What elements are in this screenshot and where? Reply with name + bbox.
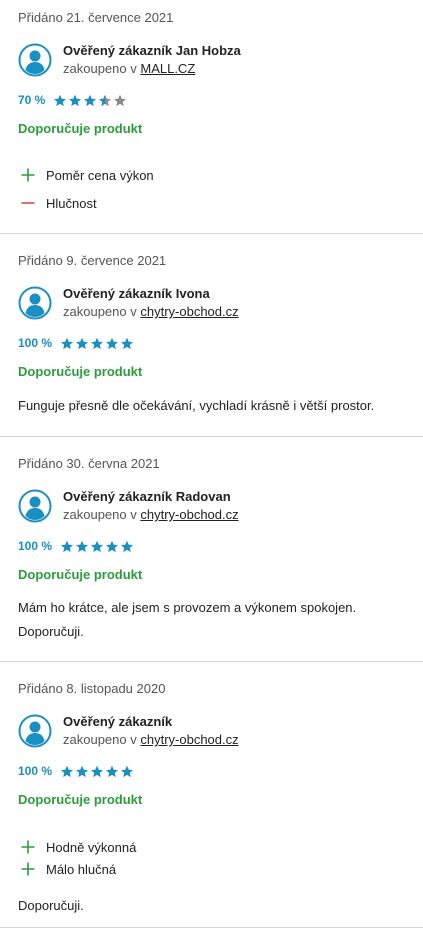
user-avatar-icon xyxy=(18,489,52,523)
star-icon xyxy=(76,337,89,349)
star-rating xyxy=(60,337,135,350)
pro-text: Poměr cena výkon xyxy=(46,167,154,183)
author-name: Ověřený zákazník Ivona xyxy=(63,286,210,301)
star-icon xyxy=(121,540,134,552)
recommend-label: Doporučuje produkt xyxy=(18,364,143,379)
rating-row: 100 % xyxy=(18,336,135,350)
review-author-row: Ověřený zákazník Radovan zakoupeno v chy… xyxy=(18,488,239,524)
shop-link[interactable]: chytry-obchod.cz xyxy=(140,304,238,319)
star-icon xyxy=(61,337,74,349)
recommend-label: Doporučuje produkt xyxy=(18,121,143,136)
author-name: Ověřený zákazník Jan Hobza xyxy=(63,43,241,58)
con-text: Hlučnost xyxy=(46,195,97,211)
purchased-at: zakoupeno v chytry-obchod.cz xyxy=(63,731,239,749)
star-icon xyxy=(121,765,134,777)
pro-item: Poměr cena výkon xyxy=(18,164,154,186)
star-icon xyxy=(54,94,67,106)
review-author-row: Ověřený zákazník Jan Hobza zakoupeno v M… xyxy=(18,42,241,78)
purchased-at: zakoupeno v chytry-obchod.cz xyxy=(63,506,239,524)
plus-icon xyxy=(21,862,35,876)
recommend-label: Doporučuje produkt xyxy=(18,792,143,807)
minus-icon xyxy=(21,202,35,204)
recommend-label: Doporučuje produkt xyxy=(18,567,143,582)
rating-percent: 100 % xyxy=(18,336,53,350)
review-date: Přidáno 30. června 2021 xyxy=(18,456,160,471)
author-name: Ověřený zákazník Radovan xyxy=(63,489,231,504)
pro-item: Málo hlučná xyxy=(18,858,136,880)
star-icon xyxy=(114,94,127,106)
review-item: Přidáno 30. června 2021 Ověřený zákazník… xyxy=(0,437,423,662)
purchased-prefix: zakoupeno v xyxy=(63,507,137,522)
star-icon xyxy=(106,337,119,349)
star-rating xyxy=(60,540,135,553)
star-icon xyxy=(76,765,89,777)
purchased-at: zakoupeno v MALL.CZ xyxy=(63,60,241,78)
plus-icon xyxy=(21,840,35,854)
user-avatar-icon xyxy=(18,286,52,320)
shop-link[interactable]: MALL.CZ xyxy=(140,61,195,76)
star-icon xyxy=(61,765,74,777)
purchased-at: zakoupeno v chytry-obchod.cz xyxy=(63,303,239,321)
rating-row: 100 % xyxy=(18,764,135,778)
star-icon xyxy=(121,337,134,349)
purchased-prefix: zakoupeno v xyxy=(63,304,137,319)
star-icon xyxy=(76,540,89,552)
review-date: Přidáno 9. července 2021 xyxy=(18,253,167,268)
rating-percent: 100 % xyxy=(18,539,53,553)
pros-cons-list: Hodně výkonná Málo hlučná xyxy=(18,836,136,880)
star-rating xyxy=(53,94,128,107)
purchased-prefix: zakoupeno v xyxy=(63,61,137,76)
review-item: Přidáno 8. listopadu 2020 Ověřený zákazn… xyxy=(0,662,423,928)
review-author-row: Ověřený zákazník Ivona zakoupeno v chytr… xyxy=(18,285,239,321)
review-comment: Funguje přesně dle očekávání, vychladí k… xyxy=(18,398,375,413)
star-icon xyxy=(91,337,104,349)
star-icon xyxy=(99,94,112,106)
user-avatar-icon xyxy=(18,43,52,77)
star-rating xyxy=(60,765,135,778)
star-icon xyxy=(84,94,97,106)
star-icon xyxy=(61,540,74,552)
star-icon xyxy=(91,765,104,777)
review-comment: Mám ho krátce, ale jsem s provozem a výk… xyxy=(18,600,357,639)
pro-item: Hodně výkonná xyxy=(18,836,136,858)
rating-row: 70 % xyxy=(18,93,128,107)
shop-link[interactable]: chytry-obchod.cz xyxy=(140,507,238,522)
pro-text: Málo hlučná xyxy=(46,861,117,877)
review-comment: Doporučuji. xyxy=(18,898,84,913)
review-item: Přidáno 21. července 2021 Ověřený zákazn… xyxy=(0,0,423,234)
review-date: Přidáno 8. listopadu 2020 xyxy=(18,681,166,696)
pros-cons-list: Poměr cena výkon Hlučnost xyxy=(18,164,154,214)
star-icon xyxy=(91,540,104,552)
plus-icon xyxy=(21,168,35,182)
shop-link[interactable]: chytry-obchod.cz xyxy=(140,732,238,747)
user-avatar-icon xyxy=(18,714,52,748)
star-icon xyxy=(106,540,119,552)
review-author-row: Ověřený zákazník zakoupeno v chytry-obch… xyxy=(18,713,239,749)
review-date: Přidáno 21. července 2021 xyxy=(18,10,174,25)
review-item: Přidáno 9. července 2021 Ověřený zákazní… xyxy=(0,234,423,437)
pro-text: Hodně výkonná xyxy=(46,839,137,855)
con-item: Hlučnost xyxy=(18,192,154,214)
author-name: Ověřený zákazník xyxy=(63,714,173,729)
rating-row: 100 % xyxy=(18,539,135,553)
star-icon xyxy=(69,94,82,106)
rating-percent: 100 % xyxy=(18,764,53,778)
rating-percent: 70 % xyxy=(18,93,46,107)
star-icon xyxy=(106,765,119,777)
purchased-prefix: zakoupeno v xyxy=(63,732,137,747)
